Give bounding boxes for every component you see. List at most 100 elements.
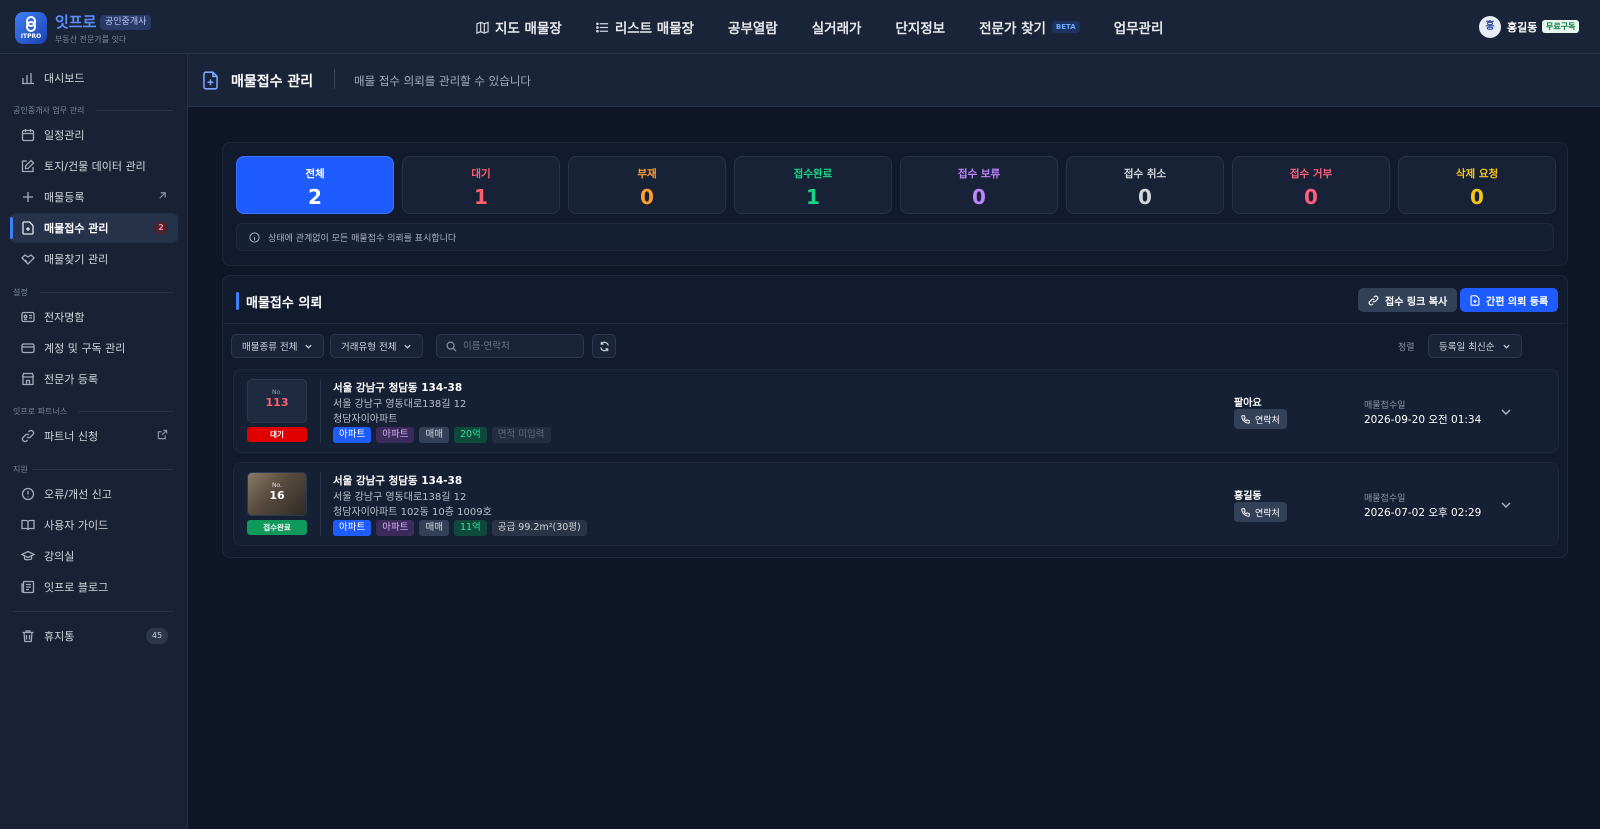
link-icon [21, 429, 35, 443]
property-type-select[interactable]: 매물종류 전체 [231, 334, 324, 358]
sidebar-item-register[interactable]: 매물등록 [10, 182, 178, 212]
section-divider [32, 469, 173, 470]
refresh-button[interactable] [592, 334, 616, 358]
chevron-down-icon[interactable] [1499, 405, 1513, 419]
sidebar-section-label: 잇프로 파트너스 [13, 407, 68, 416]
stat-completed[interactable]: 접수완료 1 [734, 156, 892, 214]
title-accent-bar [236, 292, 239, 310]
sidebar-item-dashboard[interactable]: 대시보드 [10, 63, 178, 93]
list-item[interactable]: No. 113 대기 서울 강남구 청담동 134-38 서울 강남구 영동대로… [233, 369, 1559, 453]
deal-type-select[interactable]: 거래유형 전체 [330, 334, 423, 358]
date-label: 매물접수일 [1364, 494, 1406, 504]
area-chip: 면적 미입력 [491, 427, 551, 443]
stat-rejected[interactable]: 접수 거부 0 [1232, 156, 1390, 214]
stat-absent[interactable]: 부재 0 [568, 156, 726, 214]
sidebar: 대시보드 공인중개사 업무 관리 일정관리 토지/건물 데이터 관리 매물등록 … [0, 54, 188, 829]
bar-chart-icon [22, 73, 34, 85]
tag-chip: 아파트 [333, 520, 372, 536]
avatar[interactable]: 홍 [1479, 16, 1501, 38]
list-item[interactable]: No. 16 접수완료 서울 강남구 청담동 134-38 서울 강남구 영동대… [233, 462, 1559, 546]
tag-chip: 매매 [419, 520, 449, 536]
tag-chip: 매매 [419, 427, 449, 443]
stat-value: 1 [806, 185, 820, 209]
nav-map-listing[interactable]: 지도 매물장 [476, 17, 562, 37]
stat-on-hold[interactable]: 접수 보류 0 [900, 156, 1058, 214]
nav-label: 실거래가 [811, 21, 862, 37]
stat-delete-request[interactable]: 삭제 요청 0 [1398, 156, 1556, 214]
stat-cancelled[interactable]: 접수 취소 0 [1066, 156, 1224, 214]
chevron-down-icon[interactable] [1499, 498, 1513, 512]
sidebar-item-expert[interactable]: 전문가 등록 [10, 364, 178, 394]
sidebar-section-label: 설정 [13, 288, 28, 297]
credit-card-icon [21, 343, 35, 354]
thumb-number: 113 [265, 396, 289, 409]
sidebar-item-label: 토지/건물 데이터 관리 [44, 160, 146, 173]
sort-label: 정렬 [1398, 343, 1415, 353]
thumb-number: 16 [269, 489, 285, 502]
nav-registry[interactable]: 공부열람 [728, 17, 778, 37]
date-label: 매물접수일 [1364, 401, 1406, 411]
button-label: 연락처 [1255, 508, 1280, 519]
select-value: 매물종류 전체 [242, 342, 298, 353]
edit-icon [21, 159, 35, 173]
row-separator [320, 379, 321, 443]
sidebar-item-blog[interactable]: 잇프로 블로그 [10, 572, 178, 602]
stat-value: 0 [972, 185, 986, 209]
external-link-icon [157, 429, 168, 440]
nav-real-price[interactable]: 실거래가 [812, 17, 862, 37]
nav-complex-info[interactable]: 단지정보 [895, 17, 945, 37]
copy-link-button[interactable]: 접수 링크 복사 [1358, 288, 1458, 312]
plus-icon [23, 192, 33, 202]
nav-list-listing[interactable]: 리스트 매물장 [595, 17, 694, 37]
refresh-icon [599, 341, 609, 351]
quick-register-button[interactable]: 간편 의뢰 등록 [1460, 288, 1559, 312]
sidebar-item-lecture[interactable]: 강의실 [10, 541, 178, 571]
search-icon [446, 341, 457, 352]
id-card-icon [21, 311, 35, 323]
tag-chip: 아파트 [333, 427, 372, 443]
price-chip: 20억 [453, 427, 487, 443]
sidebar-item-report[interactable]: 오류/개선 신고 [10, 479, 178, 509]
search-input[interactable] [463, 340, 573, 352]
list-divider [223, 323, 1567, 324]
sidebar-item-find[interactable]: 매물찾기 관리 [10, 244, 178, 274]
contact-button[interactable]: 연락처 [1234, 409, 1287, 429]
stat-label: 전체 [305, 168, 325, 180]
nav-work-management[interactable]: 업무관리 [1114, 17, 1164, 37]
property-thumbnail: No. 113 [247, 379, 307, 423]
sidebar-item-land-data[interactable]: 토지/건물 데이터 관리 [10, 151, 178, 181]
alert-circle-icon [21, 487, 35, 501]
tag-chip: 아파트 [376, 427, 415, 443]
page-header: 매물접수 관리 매물 접수 의뢰를 관리할 수 있습니다 [188, 54, 1600, 107]
sidebar-item-schedule[interactable]: 일정관리 [10, 120, 178, 150]
sidebar-item-label: 사용자 가이드 [44, 519, 109, 532]
user-name[interactable]: 홍길동 [1507, 19, 1537, 35]
sidebar-section-label: 지원 [13, 465, 28, 474]
sidebar-item-guide[interactable]: 사용자 가이드 [10, 510, 178, 540]
received-date: 2026-07-02 오후 02:29 [1364, 507, 1482, 519]
building-name: 청담자이아파트 [333, 414, 398, 425]
brand-badge: 공인중개사 [100, 15, 152, 30]
map-icon [476, 21, 489, 34]
info-icon [249, 231, 260, 243]
sidebar-item-account[interactable]: 계정 및 구독 관리 [10, 333, 178, 363]
stat-waiting[interactable]: 대기 1 [402, 156, 560, 214]
sort-select[interactable]: 등록일 최신순 [1428, 334, 1522, 358]
sidebar-item-trash[interactable]: 휴지통 45 [10, 621, 178, 651]
contact-button[interactable]: 연락처 [1234, 502, 1287, 522]
stat-all[interactable]: 전체 2 [236, 156, 394, 214]
logo[interactable]: ITPRO [15, 12, 47, 44]
arrow-up-right-icon [159, 192, 166, 199]
brand-name[interactable]: 잇프로 [55, 11, 96, 32]
sidebar-item-ecard[interactable]: 전자명함 [10, 302, 178, 332]
top-header: ITPRO 잇프로 공인중개사 부동산 전문가를 잇다 지도 매물장 리스트 매… [0, 0, 1600, 54]
button-label: 간편 의뢰 등록 [1486, 296, 1549, 308]
chevron-down-icon [404, 344, 411, 349]
stat-label: 대기 [471, 168, 491, 180]
nav-find-expert[interactable]: 전문가 찾기 BETA [979, 17, 1080, 37]
sidebar-item-label: 일정관리 [44, 129, 85, 142]
brand-tagline: 부동산 전문가를 잇다 [55, 35, 127, 44]
chevron-down-icon [1503, 344, 1510, 349]
sidebar-item-partner[interactable]: 파트너 신청 [10, 421, 178, 451]
sidebar-item-intake[interactable]: 매물접수 관리 2 [10, 213, 178, 243]
